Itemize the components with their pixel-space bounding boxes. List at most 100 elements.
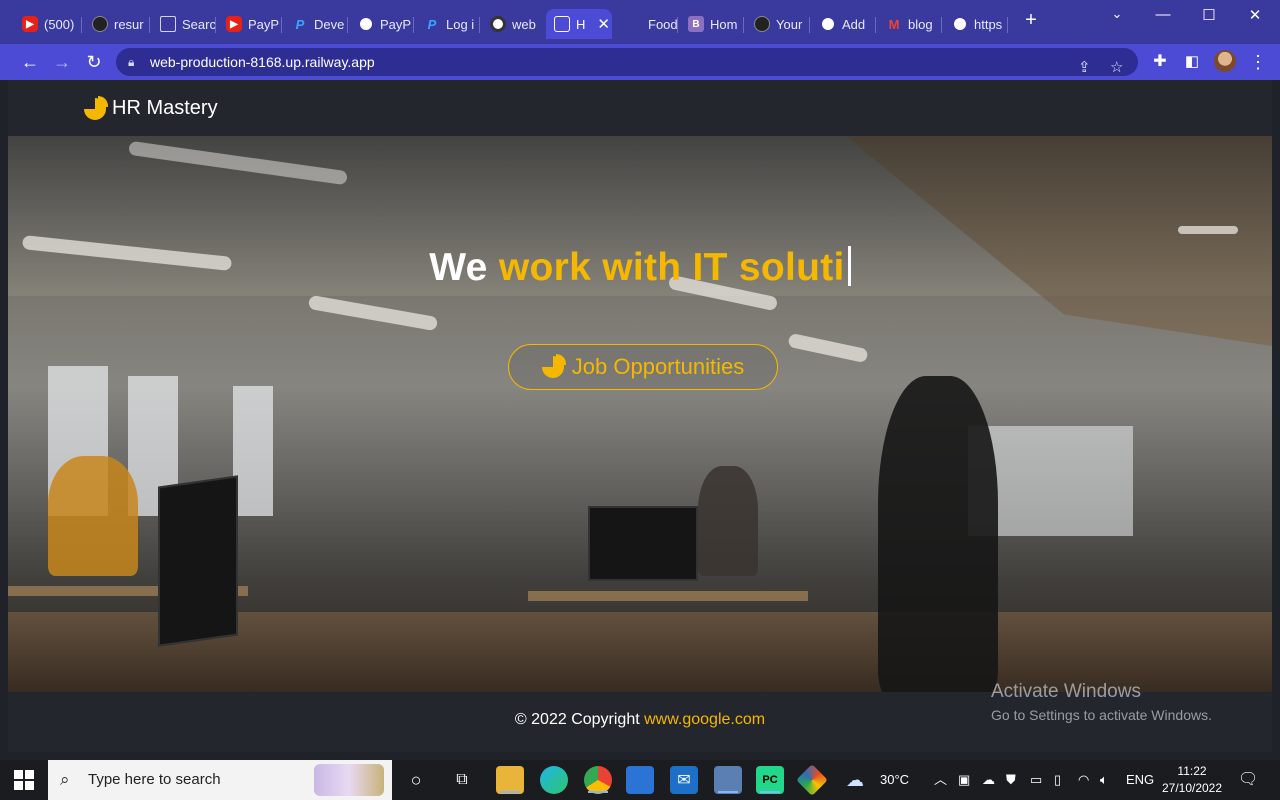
tab-youtube[interactable]: ▶ (500) [14,9,82,39]
site-navbar: HR Mastery [8,80,1272,136]
ceiling-lamp [1178,226,1238,234]
tray-device-icon[interactable]: ▭ [1030,760,1042,800]
youtube-icon: ▶ [22,16,38,32]
github-icon [92,16,108,32]
office-desk [528,591,808,601]
minimize-icon[interactable]: — [1148,6,1178,23]
tray-chevron-up-icon[interactable]: ︿ [934,760,947,800]
headline-typed-accent: work with IT soluti [498,246,845,289]
youtube-icon: ▶ [226,16,242,32]
pie-chart-icon [541,356,564,378]
profile-avatar[interactable] [1214,50,1236,72]
tab-paypal[interactable]: PayP [350,9,414,39]
url-field[interactable]: 🔒︎ web-production-8168.up.railway.app ⇪ … [116,48,1138,76]
browser-menu-icon[interactable]: ⋮ [1246,50,1270,74]
activate-windows-watermark: Activate Windows Go to Settings to activ… [991,681,1212,723]
headline-white: We [429,246,488,289]
chrome-icon[interactable] [584,766,612,794]
pycharm-icon[interactable]: PC [756,766,784,794]
briefcase-icon [554,16,570,32]
cta-label: Job Opportunities [571,354,745,379]
weather-temperature[interactable]: 30°C [880,760,909,800]
tab-label: blog [908,16,933,32]
tab-close-icon[interactable]: ✕ [597,15,610,33]
mail-icon[interactable]: ✉ [670,766,698,794]
tab-label: Deve [314,16,345,32]
office-person [698,466,758,576]
search-icon: ⌕ [60,770,70,789]
tab-search[interactable]: Searc [152,9,216,39]
edge-icon[interactable] [540,766,568,794]
input-language[interactable]: ENG [1126,760,1154,800]
back-arrow-icon[interactable]: ← [18,50,42,74]
tab-strip: ▶ (500) resur Searc ▶ PayP P Deve PayP P… [0,0,1280,44]
reload-icon[interactable]: ↻ [82,50,106,74]
file-explorer-icon[interactable] [496,766,524,794]
footer-link[interactable]: www.google.com [644,711,765,728]
taskbar-search-box[interactable]: ⌕ Type here to search [48,760,392,800]
side-panel-icon[interactable]: ◧ [1180,50,1204,74]
bookmark-star-icon[interactable]: ☆ [1110,54,1123,82]
task-view-icon[interactable]: ⧉ [448,766,476,794]
tab-label: Log i [446,16,475,32]
globe-icon [952,16,968,32]
pie-chart-logo-icon [84,97,106,120]
share-icon[interactable]: ⇪ [1078,54,1091,82]
tab-food[interactable]: Food [618,9,678,39]
tab-https[interactable]: https [944,9,1008,39]
tab-hr-mastery[interactable]: H ✕ [546,9,612,39]
tab-label: Hom [710,16,738,32]
gmail-icon: M [888,16,900,32]
postgresql-icon[interactable] [714,766,742,794]
maximize-icon[interactable]: ☐ [1194,6,1224,24]
tab-label: https [974,16,1003,32]
job-opportunities-button[interactable]: Job Opportunities [508,344,778,390]
taskbar-clock[interactable]: 11:22 27/10/2022 [1160,763,1224,797]
github-icon [754,16,770,32]
battery-icon[interactable]: ▯ [1054,760,1061,800]
wifi-icon[interactable]: ◠ [1078,760,1089,800]
tab-label: Searc [182,16,216,32]
new-tab-plus-icon[interactable]: + [1016,9,1046,32]
brand-name: HR Mastery [112,97,218,119]
tray-security-icon[interactable]: ⛊ [1006,760,1016,800]
blank-icon [626,16,642,32]
tray-app-icon[interactable]: ▣ [958,760,970,800]
search-highlight-illustration [314,764,384,796]
tab-your[interactable]: Your [746,9,810,39]
clock-date: 27/10/2022 [1161,781,1223,795]
notifications-icon[interactable]: 🗨︎ [1238,760,1258,800]
lock-icon: 🔒︎ [128,55,135,69]
hero-section: We work with IT soluti Job Opportunities [8,136,1272,692]
tab-github[interactable]: resur [84,9,150,39]
watermark-title: Activate Windows [991,681,1141,702]
microsoft-store-icon[interactable] [626,766,654,794]
tab-login[interactable]: P Log i [416,9,480,39]
tab-add[interactable]: Add [812,9,876,39]
cloud-offline-icon[interactable]: ☁ [982,760,995,800]
tab-blog[interactable]: M blog [878,9,942,39]
search-placeholder: Type here to search [88,771,221,788]
clock-time: 11:22 [1177,764,1207,778]
app-diamond-icon[interactable] [796,764,828,796]
tab-label: (500) [44,16,75,32]
weather-cloud-icon[interactable]: ☁ [846,760,864,800]
windows-start-icon[interactable] [14,770,34,790]
tab-developer[interactable]: P Deve [284,9,348,39]
hero-headline: We work with IT soluti [8,246,1272,290]
tab-search-chevron-icon[interactable]: ⌄ [1102,6,1132,22]
windows-taskbar: ⌕ Type here to search ○ ⧉ ✉ PC ☁ 30°C ︿ … [0,760,1280,800]
brand-link[interactable]: HR Mastery [84,97,218,120]
extensions-puzzle-icon[interactable]: ✚ [1148,50,1172,74]
tab-web[interactable]: web [482,9,544,39]
cortana-circle-icon[interactable]: ○ [402,766,430,794]
office-person [48,456,138,576]
paypal-icon: P [427,16,437,32]
tab-paypal-youtube[interactable]: ▶ PayP [218,9,282,39]
ring-icon [490,16,506,32]
close-window-icon[interactable]: ✕ [1240,6,1270,24]
forward-arrow-icon[interactable]: → [50,50,74,74]
web-page: HR Mastery We work with IT soluti Job Op… [8,80,1272,752]
tab-home[interactable]: B Hom [680,9,744,39]
volume-icon[interactable]: 🔈︎ [1100,760,1108,800]
